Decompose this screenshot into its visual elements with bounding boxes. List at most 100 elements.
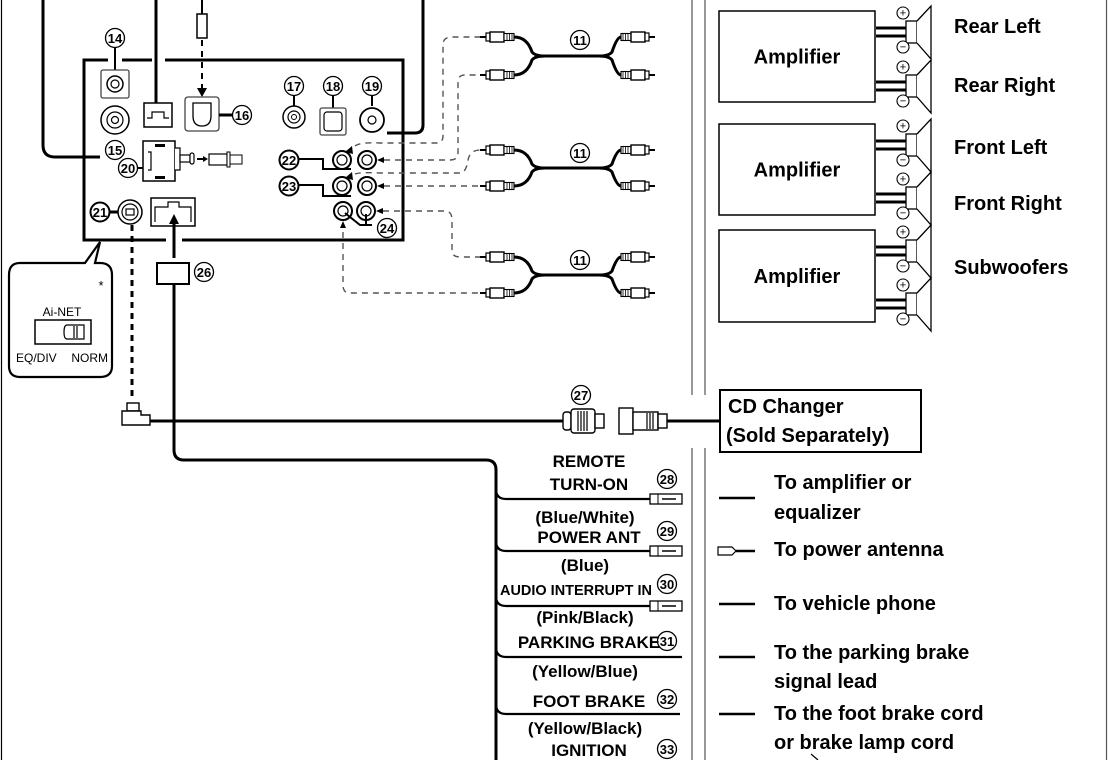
callout-number: 14 — [108, 31, 123, 46]
callout-number: 19 — [365, 79, 379, 94]
speaker-channel-label: Rear Right — [954, 75, 1055, 97]
arrow-left-icon — [377, 183, 384, 189]
arrow-down-icon — [197, 88, 207, 97]
amplifier-label: Amplifier — [754, 47, 841, 69]
callout-30: 30 — [656, 573, 678, 595]
callout-number: 23 — [282, 179, 296, 194]
rca-cable-line — [513, 273, 622, 295]
pin — [155, 176, 165, 179]
minus-terminal-icon: − — [896, 259, 910, 273]
rca-plug-icon — [620, 144, 655, 156]
female-spade-connector-icon — [649, 493, 683, 505]
minus-terminal-icon: − — [896, 94, 910, 108]
rca-cable-line — [513, 54, 622, 77]
rca-plug-icon — [480, 144, 515, 156]
callout-31: 31 — [656, 630, 678, 652]
rca-plug-icon — [620, 69, 655, 81]
callout-32: 32 — [656, 688, 678, 710]
callout-number: 33 — [660, 742, 674, 757]
wire-28: REMOTE TURN-ON (Blue/White) To amplifier or… — [494, 452, 912, 527]
plus-terminal-icon: + — [896, 225, 910, 239]
male-spade-connector-icon — [649, 545, 683, 557]
callout-18: 18 — [322, 75, 344, 97]
ai-net-switch-balloon: * Ai-NET EQ/DIV NORM — [7, 241, 114, 379]
rca-plug-icon — [620, 251, 655, 263]
optical-port — [192, 102, 212, 127]
pin — [155, 144, 165, 147]
wire-name: TURN-ON — [550, 475, 628, 494]
wire-33: IGNITION — [551, 741, 627, 760]
speaker-icon: +− — [876, 223, 932, 280]
callout-19: 19 — [361, 75, 383, 97]
jack-ring — [336, 180, 348, 192]
cd-changer-connector — [618, 407, 634, 435]
callout-number: 11 — [573, 253, 587, 268]
callout-number: 27 — [574, 388, 588, 403]
minus-terminal-icon: − — [896, 206, 910, 220]
rca-extension-cable — [480, 251, 655, 299]
callout-number: 21 — [93, 205, 107, 220]
callout-number: 28 — [660, 472, 674, 487]
minus-terminal-icon: − — [896, 153, 910, 167]
amplifier-2: Amplifier+−+−Front LeftFront Right — [718, 117, 1062, 227]
wire-name: AUDIO INTERRUPT IN — [500, 582, 652, 599]
wire-name: PARKING BRAKE — [518, 633, 660, 652]
jack-ring — [361, 180, 373, 192]
svg-text:+: + — [900, 174, 906, 186]
plug-tip — [189, 152, 195, 165]
callout-number: 11 — [573, 33, 587, 48]
callout-number: 17 — [287, 79, 301, 94]
rca-extension-cable — [480, 31, 655, 81]
dashed-lead — [383, 210, 480, 258]
rca-extension-cable — [480, 144, 655, 192]
callout-16: 16 — [231, 104, 253, 126]
rca-cable-line — [513, 35, 622, 58]
callout-27: 27 — [570, 384, 592, 406]
rca-plug-icon — [480, 287, 515, 299]
callout-33: 33 — [656, 738, 678, 760]
antenna-plug-icon — [717, 546, 755, 556]
head-unit-rear-panel — [41, 0, 498, 760]
callout-28: 28 — [656, 468, 678, 490]
svg-text:+: + — [900, 227, 906, 239]
callout-11: 11 — [569, 142, 591, 164]
power-harness-wires: REMOTE TURN-ON (Blue/White) To amplifier or… — [494, 452, 984, 760]
plug-body — [175, 147, 181, 171]
amplifier-3: Amplifier+−+−Subwoofers — [718, 223, 1068, 333]
callout-number: 26 — [197, 265, 211, 280]
wire-destination: or brake lamp cord — [774, 732, 954, 754]
wire-color: (Yellow/Black) — [528, 719, 642, 738]
jack-slot — [125, 208, 135, 216]
plug-removed — [208, 153, 228, 166]
dashed-lead — [384, 74, 480, 161]
wire-color: (Yellow/Blue) — [532, 662, 638, 681]
svg-text:−: − — [900, 314, 906, 326]
wire-name: REMOTE — [553, 452, 626, 471]
rca-plug-icon — [620, 31, 655, 43]
callout-number: 18 — [326, 79, 340, 94]
callout-number: 24 — [380, 221, 395, 236]
speaker-channel-label: Front Left — [954, 137, 1048, 159]
callout-number: 20 — [121, 161, 135, 176]
wire-destination: To amplifier or — [774, 472, 912, 494]
optical-port — [323, 111, 343, 132]
svg-text:−: − — [900, 42, 906, 54]
rca-plug-icon — [620, 180, 655, 192]
speaker-icon: +− — [876, 170, 932, 227]
connector-body — [632, 411, 659, 431]
connector-tip — [594, 413, 605, 429]
plus-terminal-icon: + — [896, 278, 910, 292]
minus-terminal-icon: − — [896, 40, 910, 54]
callout-24: 24 — [376, 217, 398, 239]
wire-name: IGNITION — [551, 741, 627, 760]
ai-net-connector-27 — [570, 408, 596, 434]
wire-color: (Blue/White) — [535, 508, 634, 527]
cd-changer-sold-separately: (Sold Separately) — [726, 425, 889, 447]
jack-ring — [361, 154, 373, 166]
wire-destination: signal lead — [774, 671, 877, 693]
switch-label-norm: NORM — [71, 351, 108, 365]
callout-number: 30 — [660, 577, 674, 592]
ai-net-cable — [121, 402, 720, 435]
callout-29: 29 — [656, 520, 678, 542]
female-spade-connector-icon — [649, 600, 683, 612]
